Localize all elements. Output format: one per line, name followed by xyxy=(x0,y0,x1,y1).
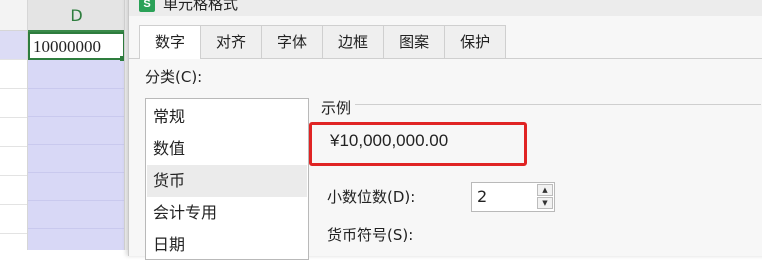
row-cell[interactable] xyxy=(0,89,27,118)
tab-pattern[interactable]: 图案 xyxy=(383,25,446,58)
format-cells-dialog: S 单元格格式 数字 对齐 字体 边框 图案 保护 分类(C): 常规 数值 货… xyxy=(128,0,762,260)
spinner-up-icon[interactable]: ▲ xyxy=(537,184,553,196)
column-c-header[interactable] xyxy=(0,0,27,31)
selected-range[interactable]: 10000000 xyxy=(28,32,125,250)
category-item-general[interactable]: 常规 xyxy=(147,101,307,133)
decimal-places-label: 小数位数(D): xyxy=(327,188,416,206)
row-cell[interactable] xyxy=(0,31,27,60)
spreadsheet-area: D 10000000 xyxy=(0,0,130,250)
gridline xyxy=(28,200,125,201)
dialog-titlebar[interactable]: S 单元格格式 xyxy=(129,0,762,16)
row-cell[interactable] xyxy=(0,147,27,176)
category-item-number[interactable]: 数值 xyxy=(147,133,307,165)
category-item-currency[interactable]: 货币 xyxy=(147,165,307,197)
spinner-down-icon[interactable]: ▼ xyxy=(537,197,553,209)
tab-alignment[interactable]: 对齐 xyxy=(200,25,263,58)
row-cell[interactable] xyxy=(0,118,27,147)
decimal-places-value[interactable]: 2 xyxy=(477,187,487,206)
column-c xyxy=(0,0,27,250)
gridline xyxy=(28,228,125,229)
tab-bar: 数字 对齐 字体 边框 图案 保护 xyxy=(139,25,507,59)
row-cell[interactable] xyxy=(0,176,27,205)
tab-border[interactable]: 边框 xyxy=(322,25,385,58)
category-label: 分类(C): xyxy=(145,68,203,86)
dialog-title: 单元格格式 xyxy=(163,0,239,13)
gridline xyxy=(28,144,125,145)
decimal-places-spinner[interactable]: 2 ▲ ▼ xyxy=(471,182,555,212)
currency-symbol-label: 货币符号(S): xyxy=(327,226,414,244)
gridline xyxy=(28,172,125,173)
tab-divider xyxy=(129,58,762,59)
tab-font[interactable]: 字体 xyxy=(261,25,324,58)
gridline xyxy=(28,116,125,117)
column-d: D 10000000 xyxy=(27,0,125,250)
sample-highlight-annotation xyxy=(309,122,527,166)
column-d-header[interactable]: D xyxy=(28,0,125,32)
gridline xyxy=(28,88,125,89)
sample-title: 示例 xyxy=(321,97,356,118)
category-item-date[interactable]: 日期 xyxy=(147,229,307,261)
row-cell[interactable] xyxy=(0,205,27,234)
category-listbox[interactable]: 常规 数值 货币 会计专用 日期 xyxy=(145,98,309,260)
category-item-accounting[interactable]: 会计专用 xyxy=(147,197,307,229)
tab-protection[interactable]: 保护 xyxy=(444,25,507,58)
active-cell[interactable]: 10000000 xyxy=(28,32,125,60)
row-cell[interactable] xyxy=(0,60,27,89)
app-logo-icon: S xyxy=(139,0,155,12)
tab-number[interactable]: 数字 xyxy=(139,25,202,59)
spinner-buttons: ▲ ▼ xyxy=(537,184,553,210)
